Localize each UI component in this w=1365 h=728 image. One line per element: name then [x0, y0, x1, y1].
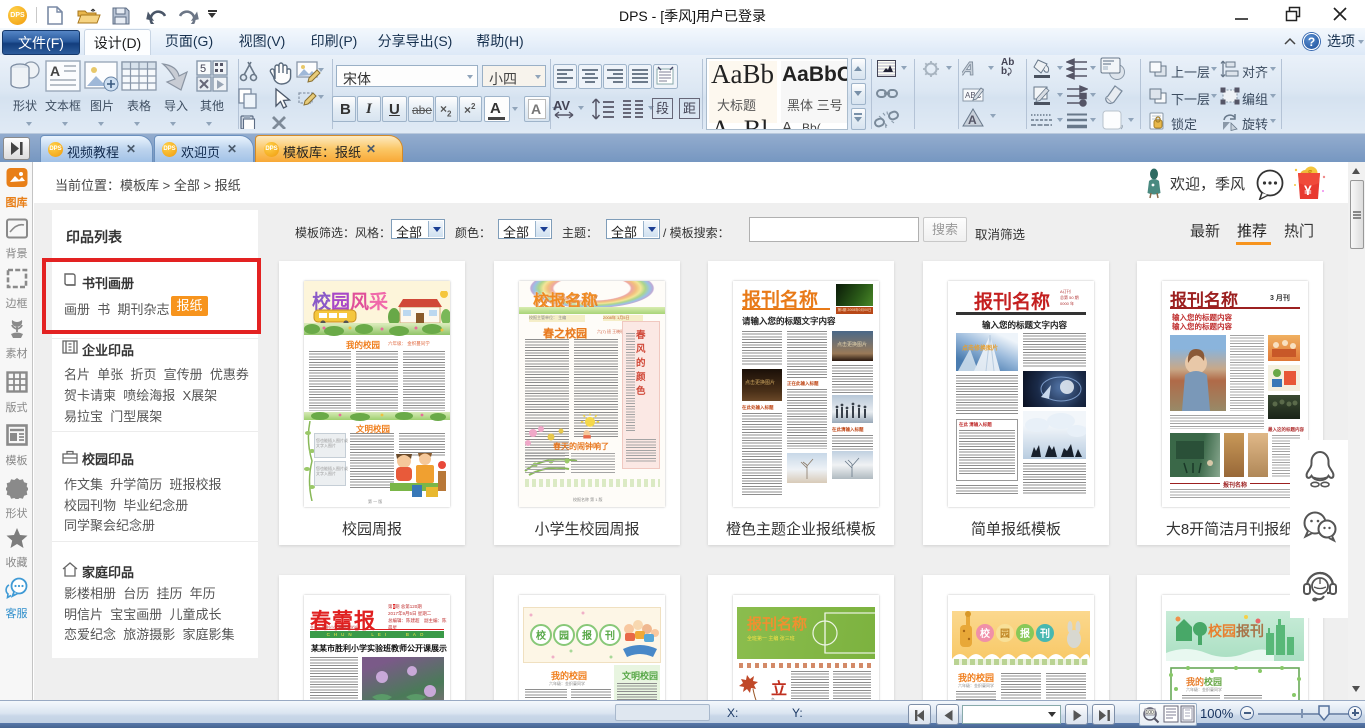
svg-text:100: 100: [1146, 710, 1155, 716]
svg-text:刊: 刊: [1040, 628, 1050, 640]
svg-text:A: A: [50, 63, 60, 79]
svg-text:A: A: [968, 113, 977, 127]
svg-text:刊: 刊: [605, 630, 615, 642]
svg-text:¥: ¥: [1304, 182, 1312, 198]
svg-text:报: 报: [1020, 627, 1030, 640]
svg-text:校: 校: [536, 629, 547, 642]
svg-text:园: 园: [559, 630, 569, 642]
svg-text:园: 园: [1000, 628, 1010, 640]
svg-text:5: 5: [200, 63, 206, 75]
svg-text:校: 校: [980, 627, 991, 640]
svg-text:A: A: [962, 59, 977, 78]
svg-text:报: 报: [582, 629, 592, 642]
